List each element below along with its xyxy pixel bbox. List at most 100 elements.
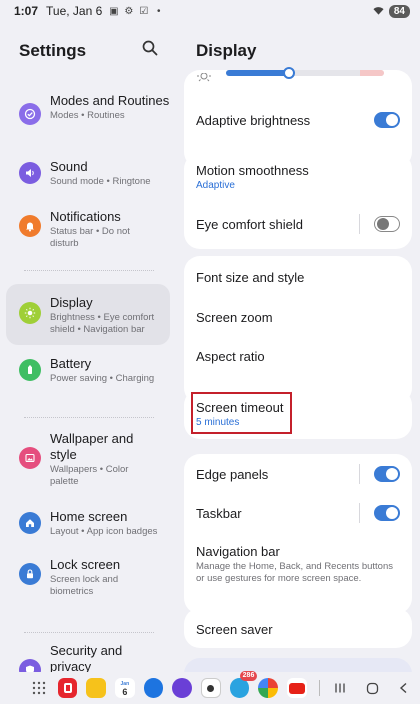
divider [24,632,154,633]
adaptive-brightness-label: Adaptive brightness [196,112,311,128]
menu-item-title: Security and privacy [50,643,123,672]
menu-item-lock-screen[interactable]: Lock screen Screen lock and biometrics [6,557,170,597]
screen-saver-card: Screen saver [184,608,412,648]
checkbox-icon: ☑ [139,5,149,17]
menu-item-wallpaper-style[interactable]: Wallpaper and style Wallpapers • Color p… [6,431,170,487]
settings-menu: Settings Modes and Routines Modes • Rout… [0,22,178,672]
menu-item-title: Home screen [50,509,128,524]
menu-item-modes-routines[interactable]: Modes and Routines Modes • Routines [6,93,170,125]
adaptive-brightness-toggle[interactable] [374,112,400,128]
bell-icon [19,215,41,237]
brightness-slider[interactable] [226,70,384,76]
brightness-slider-thumb[interactable] [283,67,295,79]
purple-app-icon[interactable] [172,678,193,698]
red-app-icon[interactable] [57,678,78,698]
brightness-low-icon [196,70,212,88]
toggle-knob [386,468,398,480]
dot-icon: • [157,5,161,17]
photos-app-icon[interactable] [258,678,278,698]
menu-item-subtitle: Wallpapers • Color palette [50,464,129,487]
menu-item-subtitle: Modes • Routines [50,110,125,121]
screen-zoom-row[interactable]: Screen zoom [196,307,400,327]
display-settings: Display Adaptive brightness Motion smoot… [184,22,414,672]
sun-icon [19,302,41,324]
motion-smoothness-label: Motion smoothness [196,163,309,178]
screen-saver-label: Screen saver [196,621,273,637]
screen-timeout-highlight [191,392,292,434]
menu-item-subtitle: Brightness • Eye comfort shield • Naviga… [50,312,155,335]
back-icon[interactable] [394,678,414,698]
calendar-day: 6 [122,687,128,697]
toggle-knob [386,507,398,519]
notes-app-icon[interactable] [86,678,107,698]
settings-title: Settings [19,41,87,60]
apps-grid-icon[interactable] [29,678,49,698]
recents-icon[interactable] [330,678,350,698]
camera-app-icon[interactable] [200,678,221,698]
menu-item-subtitle: Sound mode • Ringtone [50,176,151,187]
menu-item-title: Notifications [50,209,121,224]
motion-smoothness-value: Adaptive [196,180,235,191]
next-card [184,658,412,672]
navigation-bar-row[interactable]: Navigation bar Manage the Home, Back, an… [196,544,400,585]
youtube-app-icon[interactable] [286,678,307,698]
menu-item-display[interactable]: Display Brightness • Eye comfort shield … [6,284,170,345]
eye-comfort-toggle[interactable] [374,216,400,232]
divider [24,417,154,418]
eye-comfort-row[interactable]: Eye comfort shield [196,213,400,235]
telegram-app-icon[interactable]: 286 [229,671,258,698]
navigation-bar-description: Manage the Home, Back, and Recents butto… [196,561,393,584]
menu-item-sound[interactable]: Sound Sound mode • Ringtone [6,159,170,188]
menu-item-title: Sound [50,159,88,174]
menu-item-title: Battery [50,356,92,371]
menu-item-title: Wallpaper and style [50,431,134,462]
status-bar: 1:07 Tue, Jan 6 ▣ ⚙ ☑ • 84 [0,0,420,22]
menu-item-subtitle: Power saving • Charging [50,373,155,384]
brightness-slider-fill [226,70,289,76]
status-date: Tue, Jan 6 [46,4,103,18]
menu-item-title: Display [50,295,93,310]
battery-icon [19,359,41,381]
home-icon [19,512,41,534]
aspect-ratio-label: Aspect ratio [196,348,265,364]
home-icon[interactable] [362,678,382,698]
edge-panels-row[interactable]: Edge panels [196,463,400,485]
lock-icon [19,563,41,585]
aspect-ratio-row[interactable]: Aspect ratio [196,346,400,366]
check-circle-icon [19,103,41,125]
status-time: 1:07 [14,4,39,18]
menu-item-home-screen[interactable]: Home screen Layout • App icon badges [6,509,170,538]
menu-item-security-privacy[interactable]: Security and privacy [6,643,170,672]
taskbar-row[interactable]: Taskbar [196,502,400,524]
navigation-bar-label: Navigation bar [196,544,280,559]
shield-icon [19,659,41,672]
divider [359,214,360,234]
font-size-row[interactable]: Font size and style [196,267,400,287]
speaker-icon [19,162,41,184]
search-icon [142,40,158,56]
menu-item-notifications[interactable]: Notifications Status bar • Do not distur… [6,209,170,249]
image-icon [19,447,41,469]
brightness-slider-end [360,70,384,76]
menu-item-battery[interactable]: Battery Power saving • Charging [6,356,170,385]
font-size-label: Font size and style [196,269,305,285]
notification-badge: 286 [239,671,258,681]
edge-panels-toggle[interactable] [374,466,400,482]
calendar-app-icon[interactable]: Jan 6 [114,678,135,698]
search-button[interactable] [142,40,162,60]
screen-zoom-label: Screen zoom [196,309,273,325]
adaptive-brightness-row[interactable]: Adaptive brightness [196,108,400,132]
taskbar-label: Taskbar [196,505,242,521]
divider [24,270,154,271]
taskbar-toggle[interactable] [374,505,400,521]
divider [359,503,360,523]
toggle-knob [376,217,389,230]
menu-item-subtitle: Screen lock and biometrics [50,574,119,597]
toggle-knob [386,114,398,126]
screen-saver-row[interactable]: Screen saver [196,619,400,639]
taskbar: Jan 6 286 [0,671,420,704]
menu-item-subtitle: Layout • App icon badges [50,526,158,537]
edge-taskbar-nav-card: Edge panels Taskbar Navigation bar Manag… [184,454,412,614]
chat-app-icon[interactable] [143,678,164,698]
motion-smoothness-row[interactable]: Motion smoothness Adaptive [196,163,400,191]
